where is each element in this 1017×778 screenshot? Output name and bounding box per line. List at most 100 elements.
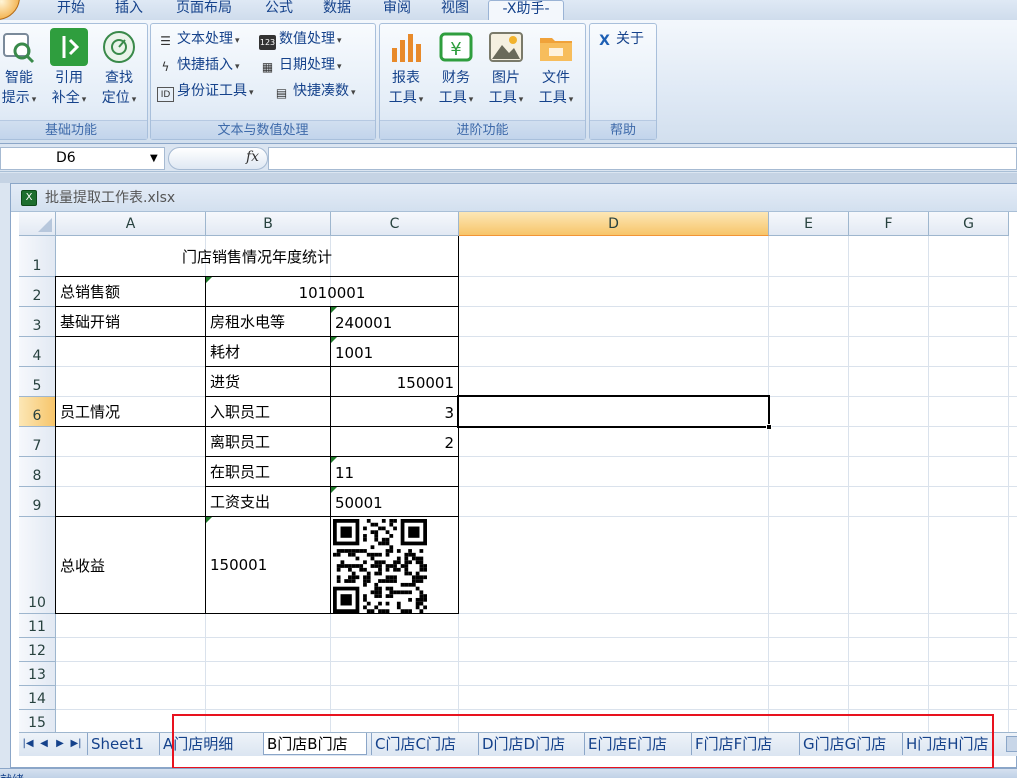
sheet-tab-0[interactable]: Sheet1 (87, 733, 157, 755)
number-process-button[interactable]: 123 数值处理 ▾ (259, 28, 342, 50)
row-header-3[interactable]: 3 (19, 307, 56, 337)
row-header-1[interactable]: 1 (19, 236, 56, 277)
row-header-10[interactable]: 10 (19, 517, 56, 614)
picture-tool-button[interactable]: 图片 工具 ▾ (482, 28, 530, 118)
cell-b5[interactable]: 进货 (206, 367, 330, 396)
qr-module (363, 549, 367, 553)
find-locate-button[interactable]: 查找 定位 ▾ (95, 28, 143, 118)
qr-module (340, 560, 345, 565)
qr-module (366, 571, 371, 576)
smart-tip-button[interactable]: 智能 提示 ▾ (0, 28, 43, 118)
spreadsheet-grid[interactable]: ABCDEFG 1 2 3 4 5 6 7 8 9 10 11 12 13 14 15 门店销售情况年度统计… (19, 212, 1017, 734)
cell-b9[interactable]: 工资支出 (206, 487, 330, 516)
row-header-12[interactable]: 12 (19, 638, 56, 662)
tab-review[interactable]: 审阅 (376, 0, 418, 20)
id-card-tool-button[interactable]: ID 身份证工具 ▾ (157, 80, 254, 102)
column-header-a[interactable]: A (56, 212, 206, 236)
column-header-d[interactable]: D (459, 212, 769, 236)
cell-c7[interactable]: 2 (331, 427, 458, 456)
cell-b3[interactable]: 房租水电等 (206, 307, 330, 336)
cell-c8[interactable]: 11 (331, 457, 458, 486)
office-button[interactable] (0, 0, 20, 20)
about-button[interactable]: X 关于 (596, 28, 644, 50)
cell-b2[interactable]: 1010001 (206, 277, 458, 306)
tab-x-helper[interactable]: -X助手- (488, 0, 564, 20)
tab-data[interactable]: 数据 (316, 0, 358, 20)
qr-module (393, 590, 397, 595)
row-header-4[interactable]: 4 (19, 337, 56, 367)
qr-module (366, 601, 371, 606)
tab-formulas[interactable]: 公式 (258, 0, 300, 20)
qr-module (393, 575, 397, 580)
qr-module (389, 594, 394, 598)
row-header-7[interactable]: 7 (19, 427, 56, 457)
cell-a6[interactable]: 员工情况 (56, 397, 205, 426)
active-cell-d6[interactable] (457, 395, 770, 428)
row-header-14[interactable]: 14 (19, 686, 56, 710)
file-tool-line2: 工具 (538, 90, 567, 106)
row-header-2[interactable]: 2 (19, 277, 56, 307)
qr-module (423, 567, 427, 572)
report-tool-button[interactable]: 报表 工具 ▾ (382, 28, 430, 118)
fill-handle[interactable] (766, 424, 772, 430)
last-sheet-icon[interactable]: ▶| (69, 736, 83, 752)
date-process-button[interactable]: ▦ 日期处理 ▾ (259, 54, 342, 76)
finance-tool-button[interactable]: ¥ 财务 工具 ▾ (432, 28, 480, 118)
column-header-e[interactable]: E (769, 212, 849, 236)
formula-input[interactable] (268, 147, 1017, 170)
next-sheet-icon[interactable]: ▶ (53, 736, 67, 752)
qr-module (374, 571, 379, 576)
row-number: 10 (28, 595, 46, 611)
row-number: 2 (32, 288, 42, 304)
qr-module (408, 552, 412, 557)
prev-sheet-icon[interactable]: ◀ (37, 736, 51, 752)
smart-tip-line1: 智能 (5, 70, 33, 86)
cell-a3[interactable]: 基础开销 (56, 307, 205, 336)
cell-b4[interactable]: 耗材 (206, 337, 330, 366)
insert-function-icon[interactable]: fx (246, 149, 259, 165)
column-header-b[interactable]: B (206, 212, 331, 236)
row-header-15[interactable]: 15 (19, 710, 56, 734)
cell-c4[interactable]: 1001 (331, 337, 458, 366)
first-sheet-icon[interactable]: |◀ (21, 736, 35, 752)
cell-b8[interactable]: 在职员工 (206, 457, 330, 486)
quick-insert-button[interactable]: ϟ 快捷插入 ▾ (157, 54, 240, 76)
select-all-corner[interactable] (19, 212, 56, 236)
row-header-6[interactable]: 6 (19, 397, 56, 427)
qr-code-image[interactable] (333, 519, 427, 613)
qr-module (393, 567, 397, 572)
qr-module (419, 549, 424, 553)
text-process-button[interactable]: ☰ 文本处理 ▾ (157, 28, 239, 50)
cell-c5[interactable]: 150001 (331, 367, 458, 396)
tab-insert[interactable]: 插入 (108, 0, 150, 20)
column-header-f[interactable]: F (849, 212, 929, 236)
name-box[interactable]: D6 (0, 147, 165, 170)
row-header-11[interactable]: 11 (19, 614, 56, 638)
name-box-dropdown-icon[interactable]: ▼ (150, 153, 158, 164)
row-header-8[interactable]: 8 (19, 457, 56, 487)
cell-b10[interactable]: 150001 (206, 517, 330, 613)
cell-b6[interactable]: 入职员工 (206, 397, 330, 426)
cell-b7[interactable]: 离职员工 (206, 427, 330, 456)
row-header-13[interactable]: 13 (19, 662, 56, 686)
row-header-5[interactable]: 5 (19, 367, 56, 397)
tab-page-layout[interactable]: 页面布局 (168, 0, 240, 20)
row-header-9[interactable]: 9 (19, 487, 56, 517)
horizontal-scroll-thumb[interactable] (1006, 736, 1017, 752)
cell-c9[interactable]: 50001 (331, 487, 458, 516)
qr-module (374, 594, 379, 598)
tab-home[interactable]: 开始 (50, 0, 92, 20)
quick-sum-button[interactable]: ▤ 快捷凑数 ▾ (273, 80, 356, 102)
cell-a1-title[interactable]: 门店销售情况年度统计 (56, 236, 458, 276)
cell-a10[interactable]: 总收益 (56, 517, 205, 613)
reference-complete-button[interactable]: 引用 补全 ▾ (45, 28, 93, 118)
tab-view[interactable]: 视图 (434, 0, 476, 20)
file-tool-button[interactable]: 文件 工具 ▾ (532, 28, 580, 118)
cell-a2[interactable]: 总销售额 (56, 277, 205, 306)
column-header-c[interactable]: C (331, 212, 459, 236)
column-header-g[interactable]: G (929, 212, 1009, 236)
workbook-window: X 批量提取工作表.xlsx ABCDEFG 1 2 3 4 5 6 7 8 9 10 11 12 13… (10, 183, 1017, 768)
qr-module (370, 564, 375, 568)
cell-c6[interactable]: 3 (331, 397, 458, 426)
cell-c3[interactable]: 240001 (331, 307, 458, 336)
